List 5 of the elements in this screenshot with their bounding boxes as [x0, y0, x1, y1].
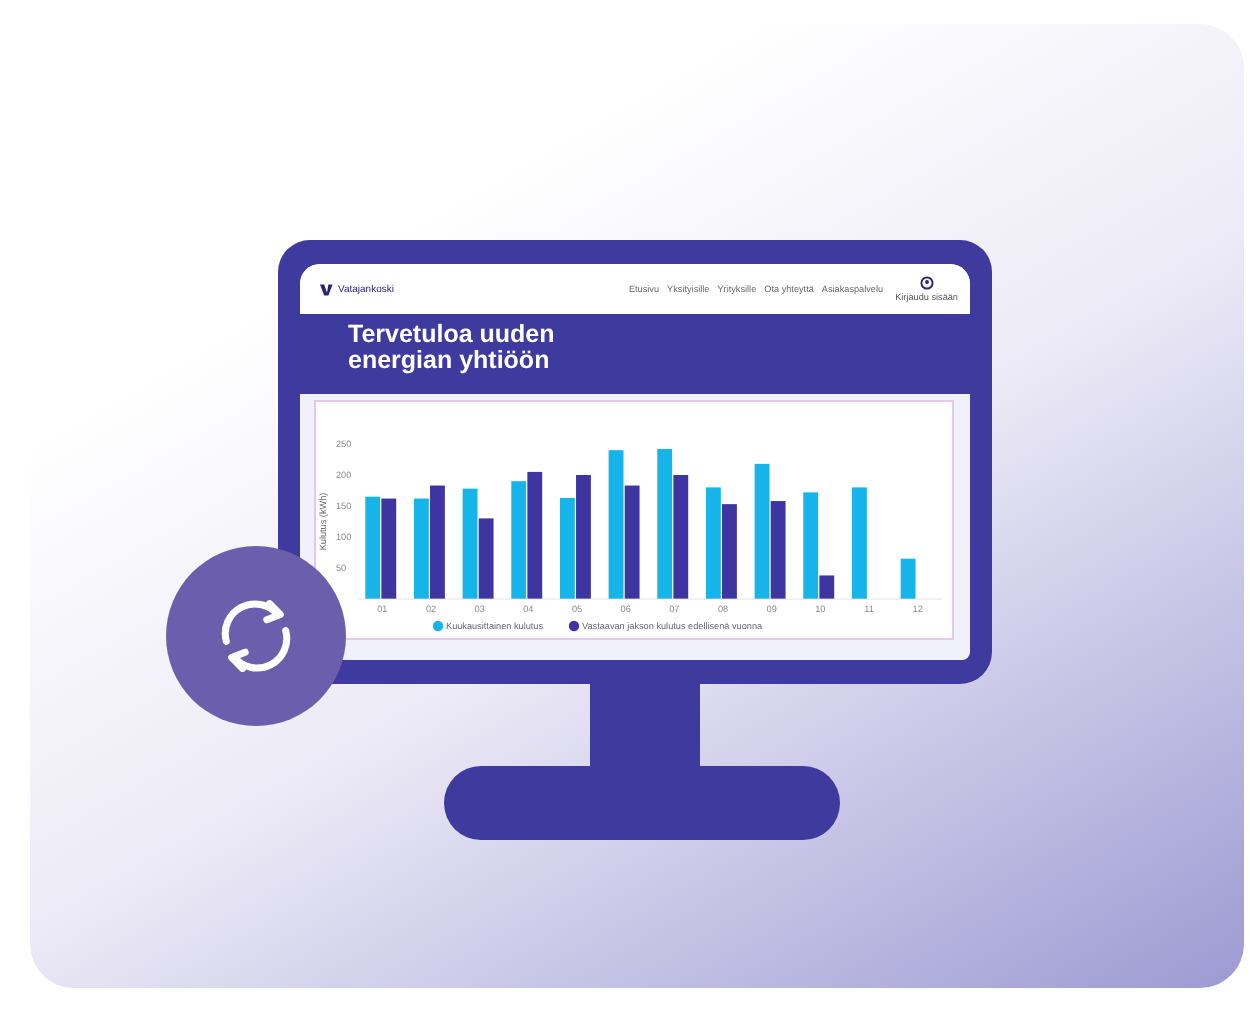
- legend-dot: [432, 620, 444, 632]
- hero-title: Tervetuloa uuden energian yhtiöön: [348, 322, 557, 374]
- legend-dot: [568, 620, 580, 632]
- user-icon[interactable]: [919, 276, 934, 290]
- logo-icon: [320, 283, 334, 295]
